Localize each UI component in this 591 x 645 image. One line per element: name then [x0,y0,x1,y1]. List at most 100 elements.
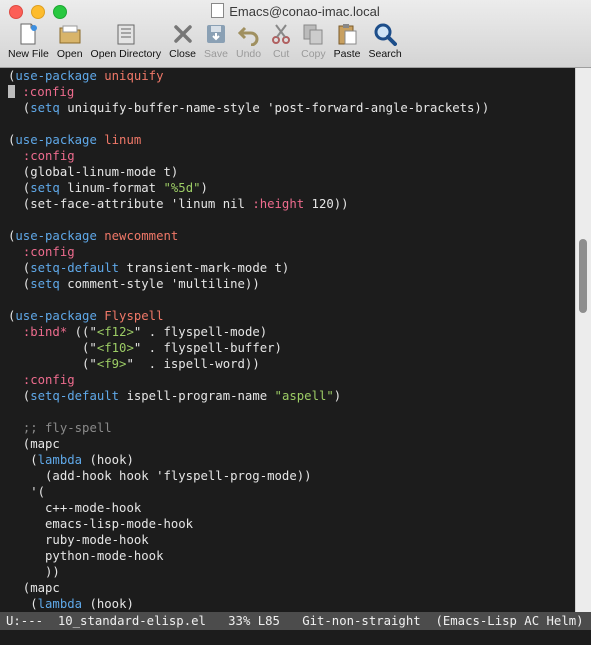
code-line[interactable]: '( [8,485,45,499]
code-token: :config [22,373,75,387]
code-line[interactable]: :config [8,373,75,387]
editor-buffer[interactable]: (use-package uniquify :config (setq uniq… [0,68,576,612]
code-token: use-package [15,69,97,83]
code-line[interactable]: (global-linum-mode t) [8,165,178,179]
code-line[interactable]: (mapc [8,581,60,595]
code-line[interactable]: ;; fly-spell [8,421,112,435]
code-line[interactable]: :config [8,85,74,99]
code-token: '( [8,485,46,499]
undo-button[interactable]: Undo [232,22,265,60]
toolbar: New File Open Open Directory Close Save … [4,22,406,60]
code-line[interactable]: (mapc [8,437,60,451]
code-line[interactable]: (add-hook hook 'flyspell-prog-mode)) [8,469,312,483]
code-token: :height [252,197,305,211]
code-token: (set-face-attribute 'linum nil [8,197,253,211]
open-directory-icon [117,24,135,45]
code-token: (global-linum-mode t) [8,165,179,179]
code-token: ( [8,453,38,467]
code-line[interactable]: (use-package linum [8,133,141,147]
code-line[interactable]: python-mode-hook [8,549,163,563]
code-line[interactable]: (setq-default ispell-program-name "aspel… [8,389,341,403]
code-line[interactable]: (use-package Flyspell [8,309,163,323]
modeline-position: 33% L85 [228,614,280,628]
cut-button[interactable]: Cut [265,22,297,60]
code-line[interactable]: (setq-default transient-mark-mode t) [8,261,290,275]
toolbar-label: Search [368,48,402,60]
code-token: newcomment [104,229,179,243]
code-token: setq [30,181,60,195]
code-token: ( [8,597,38,611]
code-line[interactable]: c++-mode-hook [8,501,141,515]
code-line[interactable]: :config [8,149,75,163]
undo-icon [237,26,259,46]
toolbar-label: Copy [301,48,326,60]
search-button[interactable]: Search [364,22,405,60]
code-token: ruby-mode-hook [8,533,149,547]
save-button[interactable]: Save [200,22,232,60]
code-token: linum-format [59,181,164,195]
code-token: use-package [15,133,97,147]
close-button[interactable]: Close [165,22,200,60]
emacs-window: Emacs@conao-imac.local New File Open Ope… [0,0,591,645]
code-text[interactable]: (use-package uniquify :config (setq uniq… [0,68,576,612]
modeline-buffer-name[interactable]: 10_standard-elisp.el [58,614,206,628]
code-line[interactable]: (lambda (hook) [8,597,134,611]
toolbar-label: Open Directory [90,48,162,60]
code-line[interactable]: (setq uniquify-buffer-name-style 'post-f… [8,101,489,115]
save-icon [207,25,225,43]
modeline-status: U:--- [6,614,44,628]
close-icon [173,25,192,43]
new-file-icon [20,23,38,45]
title-and-toolbar: Emacs@conao-imac.local New File Open Ope… [0,0,591,68]
code-line[interactable]: )) [8,565,60,579]
open-directory-button[interactable]: Open Directory [87,22,166,60]
code-token: "aspell" [274,389,334,403]
scrollbar-thumb[interactable] [579,239,587,313]
copy-button[interactable]: Copy [297,22,330,60]
code-token: " . flyspell-buffer) [133,341,282,355]
code-token: setq-default [30,261,120,275]
code-token: " . flyspell-mode) [133,325,268,339]
code-line[interactable]: (lambda (hook) [8,453,134,467]
code-token: ) [200,181,208,195]
code-line[interactable]: ("<f9>" . ispell-word)) [8,357,260,371]
code-line[interactable]: (set-face-attribute 'linum nil :height 1… [8,197,349,211]
code-line[interactable]: emacs-lisp-mode-hook [8,517,193,531]
code-token: c++-mode-hook [8,501,142,515]
code-token: )) [8,565,60,579]
code-line[interactable]: ruby-mode-hook [8,533,149,547]
modeline-modes[interactable]: (Emacs-Lisp AC Helm) [435,614,583,628]
code-line[interactable]: :bind* (("<f12>" . flyspell-mode) [8,325,267,339]
code-token: use-package [15,229,97,243]
paste-icon [338,24,357,45]
paste-button[interactable]: Paste [330,22,365,60]
code-token: (add-hook hook 'flyspell-prog-mode)) [8,469,312,483]
code-token: (" [8,341,97,355]
code-line[interactable]: (use-package newcomment [8,229,178,243]
code-line[interactable]: (setq comment-style 'multiline)) [8,277,260,291]
code-token: use-package [15,309,97,323]
code-token: Flyspell [104,309,164,323]
code-line[interactable]: (setq linum-format "%5d") [8,181,208,195]
code-token: ( [8,101,31,115]
code-line[interactable]: :config [8,245,75,259]
code-token: ( [8,261,31,275]
open-button[interactable]: Open [53,22,87,60]
code-token: lambda [37,597,83,611]
code-token: " . ispell-word)) [126,357,260,371]
echo-area[interactable] [0,630,591,645]
code-token: :config [22,149,75,163]
search-icon [374,23,398,46]
open-folder-icon [59,25,81,44]
code-line[interactable]: ("<f10>" . flyspell-buffer) [8,341,282,355]
code-token: 120)) [304,197,349,211]
code-token: ( [8,277,31,291]
new-file-button[interactable]: New File [4,22,53,60]
toolbar-label: New File [8,48,49,60]
code-token: (" [8,357,97,371]
code-line[interactable]: (use-package uniquify [8,69,163,83]
vertical-scrollbar[interactable] [575,68,591,612]
code-token: (mapc [8,581,60,595]
code-token: linum [104,133,142,147]
